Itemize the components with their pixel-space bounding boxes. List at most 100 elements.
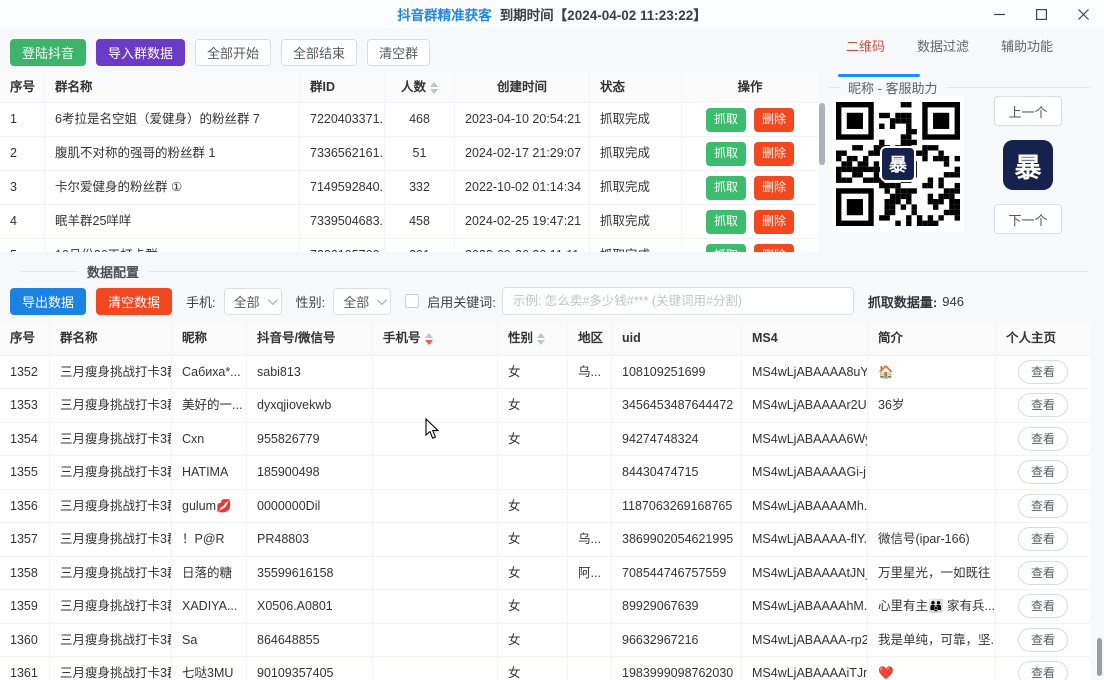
grab-button[interactable]: 抓取 <box>705 141 746 166</box>
gender-filter-label: 性别: <box>295 294 326 310</box>
table-cell: 阿... <box>568 556 612 589</box>
delete-button[interactable]: 删除 <box>754 107 795 132</box>
group-table-scrollbar[interactable] <box>818 100 826 252</box>
group-table-row: 510月份30天打卡群7283105700...2012023-09-26 20… <box>0 239 818 252</box>
table-cell <box>373 489 498 522</box>
view-button[interactable]: 查看 <box>1017 493 1068 518</box>
col-gender[interactable]: 性别 <box>498 322 568 355</box>
table-cell: 1361 <box>0 657 50 680</box>
table-cell: 6考拉是名空姐（爱健身）的粉丝群 7 <box>45 103 300 136</box>
tab-qrcode[interactable]: 二维码 <box>846 36 885 64</box>
group-table-row: 2 腹肌不对称的强哥的粉丝群 1 7336562161... 51 2024-02-17… <box>0 137 818 171</box>
capture-count-value: 946 <box>942 293 964 309</box>
scrollbar-thumb[interactable] <box>819 103 825 165</box>
delete-button[interactable]: 删除 <box>754 175 795 200</box>
data-table-row: 1353 三月瘦身挑战打卡3群 美好的一... dyxqjiovekwb 女 345645… <box>0 389 1090 423</box>
phone-filter-select[interactable]: 全部 <box>223 287 282 315</box>
col-actions: 操作 <box>737 80 763 94</box>
table-cell <box>373 623 498 656</box>
import-group-data-button[interactable]: 导入群数据 <box>96 39 186 66</box>
view-button[interactable]: 查看 <box>1017 527 1068 552</box>
sort-icon[interactable] <box>424 332 433 345</box>
maximize-button[interactable] <box>1020 0 1062 28</box>
gender-filter-select[interactable]: 全部 <box>333 287 392 315</box>
grab-button[interactable]: 抓取 <box>705 107 746 132</box>
table-cell: MS4wLjABAAAAGi-j... <box>742 456 868 489</box>
table-cell: 2023-04-10 20:54:21 <box>455 103 590 136</box>
filter-row: 导出数据 清空数据 手机: 全部 性别: 全部 启用关键词: 抓取数据量: 94… <box>10 287 1100 315</box>
mouse-cursor <box>425 417 441 445</box>
view-button[interactable]: 查看 <box>1017 661 1068 680</box>
grab-button[interactable]: 抓取 <box>705 209 746 234</box>
delete-button[interactable]: 删除 <box>754 141 795 166</box>
delete-button[interactable]: 删除 <box>754 209 795 234</box>
data-table: 序号 群名称 昵称 抖音号/微信号 手机号 性别 地区 uid MS4 简介 个… <box>0 322 1090 680</box>
col-phone[interactable]: 手机号 <box>373 322 498 355</box>
table-cell: 3 <box>0 171 45 204</box>
grab-button[interactable]: 抓取 <box>705 175 746 200</box>
profile-cell: 查看 <box>996 389 1090 422</box>
next-button[interactable]: 下一个 <box>994 204 1062 234</box>
table-cell: 卡尔爱健身的粉丝群 ① <box>45 171 300 204</box>
tab-aux-functions[interactable]: 辅助功能 <box>1001 36 1053 64</box>
view-button[interactable]: 查看 <box>1017 426 1068 451</box>
col-region: 地区 <box>568 322 612 355</box>
actions-cell: 抓取删除 <box>682 171 818 204</box>
tab-data-filter[interactable]: 数据过滤 <box>917 36 969 64</box>
enable-keyword-checkbox[interactable] <box>405 294 420 308</box>
table-cell: 三月瘦身挑战打卡3群 <box>50 590 172 623</box>
table-cell: 10月份30天打卡群 <box>45 239 300 252</box>
table-cell: HATIMA <box>172 456 247 489</box>
table-cell <box>373 456 498 489</box>
view-button[interactable]: 查看 <box>1017 393 1068 418</box>
app-window: 抖音群精准获客 到期时间【2024-04-02 11:23:22】 登陆抖音 导… <box>0 0 1104 680</box>
table-cell: 108109251699 <box>612 355 742 388</box>
profile-cell: 查看 <box>996 624 1090 657</box>
close-button[interactable] <box>1062 0 1104 28</box>
table-cell: MS4wLjABAAAAr2U... <box>742 389 868 422</box>
data-table-row: 1354 三月瘦身挑战打卡3群 Cxn 955826779 女 94274748324 MS… <box>0 422 1090 456</box>
table-cell <box>373 590 498 623</box>
table-cell: 1352 <box>0 355 50 388</box>
keyword-label: 启用关键词: <box>427 294 496 310</box>
table-cell: 1187063269168765 <box>612 489 742 522</box>
data-table-header: 序号 群名称 昵称 抖音号/微信号 手机号 性别 地区 uid MS4 简介 个… <box>0 322 1090 356</box>
scrollbar-thumb[interactable] <box>1097 638 1102 676</box>
login-douyin-button[interactable]: 登陆抖音 <box>10 39 87 66</box>
data-table-row: 1352 三月瘦身挑战打卡3群 Сабиха*... sabi813 女乌... 1081… <box>0 355 1090 389</box>
clear-data-button[interactable]: 清空数据 <box>96 287 173 315</box>
delete-button[interactable]: 删除 <box>754 243 795 252</box>
table-cell <box>373 523 498 556</box>
end-all-button[interactable]: 全部结束 <box>281 39 358 66</box>
col-ms4: MS4 <box>742 322 868 355</box>
col-group-name: 群名称 <box>50 322 172 355</box>
keyword-input[interactable] <box>501 287 854 315</box>
view-button[interactable]: 查看 <box>1017 359 1068 384</box>
view-button[interactable]: 查看 <box>1017 460 1068 485</box>
data-table-row: 1358 三月瘦身挑战打卡3群 日落的糖 35599616158 女阿... 708544… <box>0 556 1090 590</box>
table-cell: 1359 <box>0 590 50 623</box>
minimize-button[interactable] <box>978 0 1020 28</box>
view-button[interactable]: 查看 <box>1017 627 1068 652</box>
view-button[interactable]: 查看 <box>1017 594 1068 619</box>
clear-groups-button[interactable]: 清空群 <box>367 39 431 66</box>
start-all-button[interactable]: 全部开始 <box>195 39 272 66</box>
profile-cell: 查看 <box>996 423 1090 456</box>
export-data-button[interactable]: 导出数据 <box>10 287 87 315</box>
table-cell: 5 <box>0 239 45 252</box>
table-cell: gulum💋 <box>172 489 247 522</box>
view-button[interactable]: 查看 <box>1017 560 1068 585</box>
col-member-count[interactable]: 人数 <box>385 72 455 102</box>
table-cell: 女 <box>498 523 568 556</box>
grab-button[interactable]: 抓取 <box>705 243 746 252</box>
page-scrollbar[interactable] <box>1096 28 1104 680</box>
table-cell: 96632967216 <box>612 623 742 656</box>
group-table: 序号 群名称 群ID 人数 创建时间 状态 操作 1 6考拉是名空姐（爱健身）的粉… <box>0 72 818 252</box>
sort-icon[interactable] <box>537 332 546 345</box>
sort-icon[interactable] <box>430 81 438 94</box>
col-index: 序号 <box>0 72 45 102</box>
previous-button[interactable]: 上一个 <box>994 96 1062 126</box>
table-cell: 女 <box>498 489 568 522</box>
table-cell <box>498 456 568 489</box>
table-cell: 7339504683... <box>300 205 385 238</box>
